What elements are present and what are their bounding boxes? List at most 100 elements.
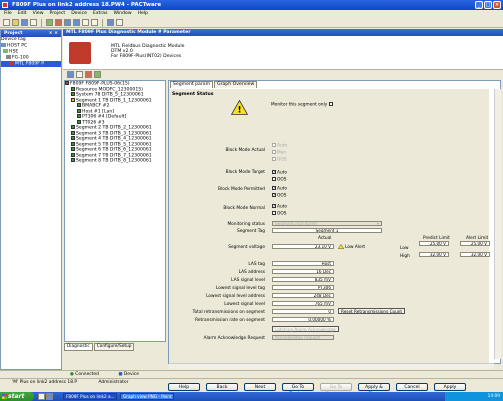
window-title: F809F Plus on link2 address 18.PW4 - PAC… [12,2,162,8]
quick-launch-icon[interactable] [38,393,45,400]
new-icon[interactable] [3,19,10,26]
target-auto-checkbox[interactable]: ✓Auto [272,170,287,176]
menu-project[interactable]: Project [50,10,66,18]
connected-status: Connected [75,372,99,377]
refresh-icon[interactable] [76,71,83,78]
project-pane-close[interactable]: × × [49,30,58,37]
low-alert-limit-field[interactable]: 25.00 V [460,241,490,246]
target-oos-checkbox[interactable]: OOS [272,177,287,183]
menu-extras[interactable]: Extras [93,10,108,18]
warning-icon [71,97,75,102]
menu-file[interactable]: File [4,10,12,18]
menu-help[interactable]: Help [138,10,148,18]
lowest-address-value: 248 Dec [272,293,334,298]
device-status-icon: ■ [118,372,123,377]
tree-node[interactable]: Segment 8 TB DITB_8_12300061 [65,158,165,164]
go-icon[interactable] [94,71,101,78]
high-label: High [400,254,410,259]
tab-configure-setup[interactable]: Configure/Setup [93,343,135,351]
menu-edit[interactable]: Edit [18,10,27,18]
menu-device[interactable]: Device [71,10,87,18]
actual-auto-checkbox[interactable]: Auto [272,143,287,149]
parameter-icon[interactable] [82,19,89,26]
project-item-mtl[interactable]: MTL F809F P [1,61,61,67]
warning-icon: ! [231,100,248,115]
high-predict-limit-field[interactable]: 32.00 V [419,252,449,257]
alarm-ack-label: Alarm Acknowledge Request [203,336,265,341]
taskbar-item-pactware[interactable]: F809F Plus on link2 a... [63,393,117,400]
block-mode-actual-label: Block Mode Actual [225,148,265,153]
disconnect-icon[interactable] [55,19,62,26]
minimize-button[interactable]: _ [475,1,483,9]
alarm-ack-select[interactable]: Acknowledge request [272,335,334,340]
tree-node[interactable]: Segment 6 TB DITB_6_12300061 [65,147,165,153]
segment-tag-field[interactable]: Segment 1 [272,228,382,233]
low-predict-limit-field[interactable]: 25.00 V [419,241,449,246]
menu-window[interactable]: Window [113,10,131,18]
segment-status-heading: Segment Status [172,92,214,97]
permitted-auto-checkbox[interactable]: ✓Auto [272,186,287,192]
dtm-status-bar: ● Connected ■ Device [0,370,503,378]
high-alert-limit-field[interactable]: 32.00 V [460,252,490,257]
tab-graph-overview[interactable]: Graph Overview [214,81,258,88]
upload-icon[interactable] [64,19,71,26]
open-icon[interactable] [12,19,19,26]
checkbox-box[interactable] [328,102,333,106]
main-toolbar [0,18,503,28]
normal-oos-checkbox[interactable]: OOS [272,211,287,217]
segment-voltage-label: Segment voltage [228,245,265,250]
catalog-icon[interactable] [107,19,114,26]
tree-node-label: PT306 #4 [Default] [82,114,127,120]
lowest-level-label: Lowest signal level [224,302,265,307]
las-address-value: 16 Dec [272,269,334,274]
taskbar-item-paint[interactable]: Graph view PNG - Paint [120,393,174,400]
monitoring-status-select[interactable]: Segment monitored ▾ [272,221,382,226]
download-icon[interactable] [73,19,80,26]
low-alert-text: Low Alert [345,245,366,250]
tree-node[interactable]: Segment 2 TB DITB_2_12300061 [65,125,165,131]
tab-segment-param[interactable]: Segment param [170,81,214,88]
toolbar-separator [41,18,42,27]
reset-retransmissions-button[interactable]: Reset Retransmissions Count [338,308,406,314]
tree-node-label: Segment 2 TB DITB_2_12300061 [76,125,152,131]
dtm-info-line: For F809F-Plus(INT02) Devices [111,54,182,59]
window-title-bar: F809F Plus on link2 address 18.PW4 - PAC… [0,0,503,10]
actual-man-checkbox[interactable]: Man [272,150,286,156]
clock: 14:09 [487,394,500,399]
total-retrans-value: 0 [272,309,334,314]
normal-auto-checkbox[interactable]: ✓Auto [272,204,287,210]
option-label: OOS [277,193,287,199]
actual-oos-checkbox[interactable]: OOS [272,157,287,163]
permitted-oos-checkbox[interactable]: ✓OOS [272,193,287,199]
tree-node-label: Segment 4 TB DITB_4_12300061 [76,136,152,142]
quick-launch-icon[interactable] [46,393,53,400]
option-label: Auto [277,170,287,176]
vertical-scrollbar[interactable] [494,89,501,359]
lowest-tag-value: PT306 [272,285,334,290]
monitor-segment-checkbox[interactable]: Monitor this segment only [271,102,334,108]
start-button[interactable]: start [0,392,34,401]
diagnostic-tabs: Diagnostic Configure/Setup [64,343,166,351]
monitoring-status-label: Monitoring status [227,222,265,227]
device-view-icon[interactable] [67,71,74,78]
save-icon[interactable] [21,19,28,26]
connect-icon[interactable] [46,19,53,26]
block-mode-normal-label: Block Mode Normal [223,206,265,211]
segment-voltage-value: 23.10 V [272,244,334,249]
block-icon [71,86,75,91]
tree-node[interactable]: Segment 4 TB DITB_4_12300061 [65,136,165,142]
option-label: OOS [277,211,287,217]
menu-bar: File Edit View Project Device Extras Win… [0,10,503,18]
tab-diagnostic[interactable]: Diagnostic [64,343,93,351]
stop-icon[interactable] [85,71,92,78]
measured-value-icon[interactable] [91,19,98,26]
print-icon[interactable] [30,19,37,26]
menu-view[interactable]: View [33,10,44,18]
close-button[interactable]: × [493,1,501,9]
maximize-button[interactable]: □ [484,1,492,9]
actual-column-header: Actual [318,236,332,241]
latching-alarm-ack-button[interactable]: Latching Alarm Acknowledge [272,326,339,332]
horizontal-scrollbar[interactable] [169,363,494,369]
window-icon[interactable] [116,19,123,26]
mtl-logo [69,42,91,64]
